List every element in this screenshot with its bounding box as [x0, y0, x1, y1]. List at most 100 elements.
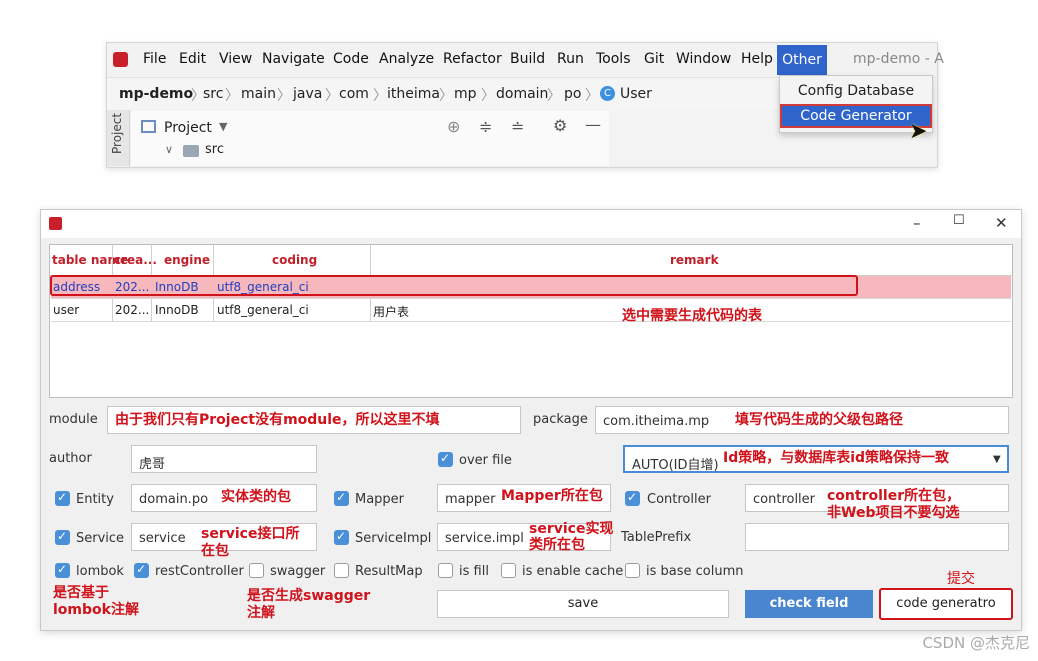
id-type-annotation: Id策略，与数据库表id策略保持一致 [723, 450, 950, 466]
gear-icon[interactable]: ⚙ [553, 116, 567, 135]
breadcrumb-user[interactable]: User [620, 86, 652, 102]
service-label: Service [76, 531, 125, 546]
column-header[interactable]: coding [272, 253, 317, 267]
breadcrumb-com[interactable]: com [339, 86, 369, 102]
table-cell: utf8_general_ci [217, 303, 309, 317]
menu-view[interactable]: View [219, 51, 252, 67]
package-value: com.itheima.mp [603, 414, 710, 429]
minimize-window-icon[interactable]: – [913, 214, 921, 232]
enablecache-checkbox[interactable] [501, 563, 516, 578]
watermark: CSDN @杰克尼 [922, 634, 1030, 652]
save-button[interactable]: save [437, 590, 729, 618]
app-logo-icon [49, 217, 62, 230]
check-field-button[interactable]: check field [745, 590, 873, 618]
restcontroller-label: restController [155, 564, 244, 579]
menu-refactor[interactable]: Refactor [443, 51, 502, 67]
project-view-label[interactable]: Project [164, 120, 212, 136]
project-side-tab[interactable]: Project [107, 110, 130, 166]
close-window-icon[interactable]: ✕ [995, 214, 1008, 232]
project-side-label: Project [110, 112, 124, 154]
author-input[interactable]: 虎哥 [131, 445, 317, 473]
service-value: service [139, 531, 186, 546]
window-title: mp-demo - A [853, 51, 944, 67]
basecolumn-checkbox[interactable] [625, 563, 640, 578]
dialog-titlebar: – ☐ ✕ [41, 210, 1021, 238]
controller-annotation-line2: 非Web项目不要勾选 [827, 505, 960, 521]
module-label: module [49, 412, 98, 427]
swagger-label: swagger [270, 564, 326, 579]
breadcrumb-main[interactable]: main [241, 86, 276, 102]
controller-checkbox[interactable] [625, 490, 640, 506]
menu-analyze[interactable]: Analyze [379, 51, 434, 67]
menu-code[interactable]: Code [333, 51, 369, 67]
isfill-checkbox[interactable] [438, 563, 453, 578]
basecolumn-label: is base column [646, 564, 744, 579]
breadcrumb-po[interactable]: po [564, 86, 581, 102]
mapper-annotation: Mapper所在包 [501, 488, 603, 504]
locate-icon[interactable]: ⊕ [447, 117, 460, 136]
intellij-logo-icon [113, 52, 128, 67]
selection-highlight [50, 275, 858, 296]
table-row[interactable]: user 202... InnoDB utf8_general_ci 用户表 [51, 299, 1011, 322]
column-header[interactable]: engine [164, 253, 210, 267]
code-generator-dialog: – ☐ ✕ table name crea... engine coding r… [40, 209, 1022, 631]
project-view-icon [141, 120, 156, 133]
lombok-checkbox[interactable] [55, 562, 70, 578]
tableprefix-input[interactable] [745, 523, 1009, 551]
serviceimpl-annotation-line2: 类所在包 [529, 537, 585, 553]
expand-all-icon[interactable]: ≑ [479, 117, 492, 136]
menu-run[interactable]: Run [557, 51, 584, 67]
chevron-down-icon[interactable]: ▼ [993, 454, 1001, 465]
service-checkbox[interactable] [55, 529, 70, 545]
chevron-right-icon: 〉 [277, 88, 291, 104]
submit-annotation: 提交 [947, 571, 975, 587]
collapse-all-icon[interactable]: ≐ [511, 117, 524, 136]
tree-item-src[interactable]: src [205, 142, 224, 157]
breadcrumb-src[interactable]: src [203, 86, 223, 102]
menu-navigate[interactable]: Navigate [262, 51, 325, 67]
table-list: table name crea... engine coding remark … [49, 244, 1013, 398]
chevron-down-icon[interactable]: ∨ [165, 143, 173, 156]
serviceimpl-checkbox[interactable] [334, 529, 349, 545]
entity-annotation: 实体类的包 [221, 489, 291, 505]
menu-edit[interactable]: Edit [179, 51, 206, 67]
menu-window[interactable]: Window [676, 51, 731, 67]
package-annotation: 填写代码生成的父级包路径 [735, 412, 903, 428]
isfill-label: is fill [459, 564, 489, 579]
menu-build[interactable]: Build [510, 51, 545, 67]
enablecache-label: is enable cache [522, 564, 624, 579]
mapper-value: mapper [445, 492, 496, 507]
breadcrumb-project[interactable]: mp-demo [119, 86, 193, 102]
restcontroller-checkbox[interactable] [134, 562, 149, 578]
table-cell: 用户表 [373, 305, 410, 319]
menu-item-config-database[interactable]: Config Database [780, 79, 932, 103]
mapper-checkbox[interactable] [334, 490, 349, 506]
menu-tools[interactable]: Tools [596, 51, 631, 67]
menu-help[interactable]: Help [741, 51, 773, 67]
entity-checkbox[interactable] [55, 490, 70, 506]
menu-bar: File Edit View Navigate Code Analyze Ref… [107, 43, 944, 77]
entity-label: Entity [76, 492, 114, 507]
menu-file[interactable]: File [143, 51, 166, 67]
column-header[interactable]: remark [670, 253, 719, 267]
breadcrumb-itheima[interactable]: itheima [387, 86, 440, 102]
breadcrumb-domain[interactable]: domain [496, 86, 548, 102]
minimize-icon[interactable]: — [585, 115, 601, 134]
resultmap-checkbox[interactable] [334, 563, 349, 578]
table-cell: user [53, 303, 80, 317]
chevron-down-icon[interactable]: ▼ [219, 120, 227, 133]
maximize-window-icon[interactable]: ☐ [953, 213, 965, 228]
menu-git[interactable]: Git [644, 51, 664, 67]
swagger-checkbox[interactable] [249, 563, 264, 578]
mapper-label: Mapper [355, 492, 405, 507]
over-file-checkbox[interactable] [438, 451, 453, 467]
class-icon: C [600, 86, 615, 101]
chevron-right-icon: 〉 [325, 88, 339, 104]
table-annotation: 选中需要生成代码的表 [622, 308, 762, 324]
module-annotation: 由于我们只有Project没有module，所以这里不填 [115, 412, 440, 428]
menu-other[interactable]: Other [777, 45, 827, 75]
code-generate-button[interactable]: code generatro [879, 588, 1013, 620]
breadcrumb-mp[interactable]: mp [454, 86, 477, 102]
chevron-right-icon: 〉 [585, 88, 599, 104]
breadcrumb-java[interactable]: java [293, 86, 322, 102]
